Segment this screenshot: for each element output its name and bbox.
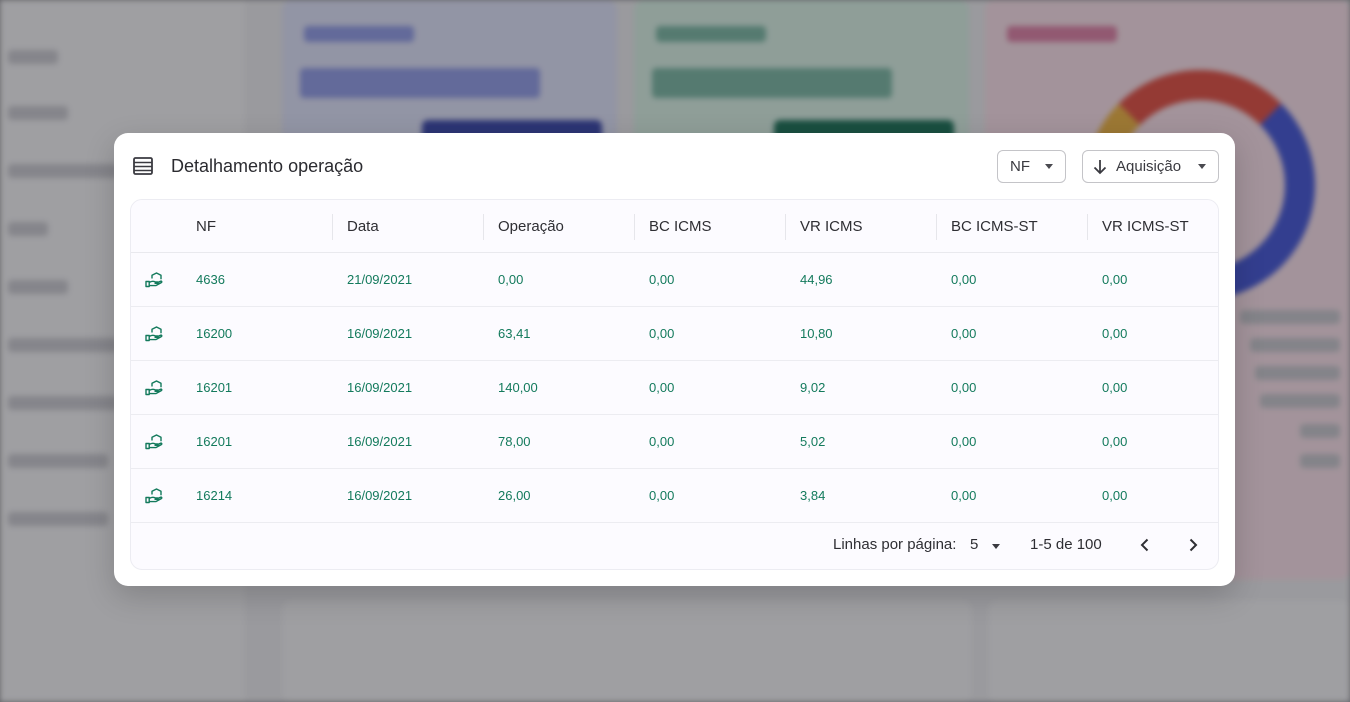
cell-vr-icms-st: 0,00 (1102, 272, 1128, 287)
table-row[interactable]: 16201 16/09/2021 140,00 0,00 9,02 0,00 0… (131, 361, 1218, 415)
cell-operacao: 63,41 (498, 326, 531, 341)
caret-down-icon[interactable] (992, 544, 1000, 549)
cell-data: 16/09/2021 (347, 326, 413, 341)
cell-vr-icms: 10,80 (800, 326, 833, 341)
cell-operacao: 26,00 (498, 488, 531, 503)
operation-sort-select-value: Aquisição (1116, 158, 1182, 175)
cell-data: 21/09/2021 (347, 272, 413, 287)
table-pagination: Linhas por página: 5 1-5 de 100 (131, 520, 1218, 569)
rows-per-page-label: Linhas por página: (833, 536, 957, 553)
arrow-down-icon (1093, 159, 1107, 174)
cell-nf: 16201 (196, 380, 233, 395)
table-row[interactable]: 16201 16/09/2021 78,00 0,00 5,02 0,00 0,… (131, 415, 1218, 469)
cell-data: 16/09/2021 (347, 380, 413, 395)
cell-bc-icms: 0,00 (649, 326, 675, 341)
cell-nf: 16214 (196, 488, 233, 503)
hand-money-icon[interactable] (145, 272, 163, 288)
chevron-left-icon (1140, 538, 1149, 552)
caret-down-icon (1045, 164, 1053, 169)
cell-bc-icms: 0,00 (649, 488, 675, 503)
cell-operacao: 0,00 (498, 272, 524, 287)
cell-bc-icms: 0,00 (649, 380, 675, 395)
list-icon (133, 157, 153, 175)
cell-vr-icms-st: 0,00 (1102, 326, 1128, 341)
hand-money-icon[interactable] (145, 488, 163, 504)
operation-sort-select[interactable]: Aquisição (1082, 150, 1219, 183)
cell-vr-icms-st: 0,00 (1102, 488, 1128, 503)
cell-vr-icms-st: 0,00 (1102, 434, 1128, 449)
document-type-select-value: NF (1010, 158, 1030, 175)
hand-money-icon[interactable] (145, 326, 163, 342)
cell-bc-icms-st: 0,00 (951, 488, 977, 503)
column-header-operacao[interactable]: Operação (483, 200, 564, 253)
pagination-range: 1-5 de 100 (1030, 536, 1102, 553)
modal-header: Detalhamento operação NF Aquisição (114, 133, 1235, 199)
cell-data: 16/09/2021 (347, 434, 413, 449)
rows-per-page-select[interactable]: 5 (970, 536, 978, 553)
cell-vr-icms: 9,02 (800, 380, 826, 395)
table-header: NF Data Operação BC ICMS VR ICMS BC ICMS… (131, 200, 1218, 253)
chevron-right-icon (1189, 538, 1198, 552)
cell-operacao: 140,00 (498, 380, 538, 395)
cell-bc-icms: 0,00 (649, 434, 675, 449)
cell-nf: 16201 (196, 434, 233, 449)
column-header-vr-icms[interactable]: VR ICMS (785, 200, 863, 253)
cell-operacao: 78,00 (498, 434, 531, 449)
cell-data: 16/09/2021 (347, 488, 413, 503)
column-header-bc-icms-st[interactable]: BC ICMS-ST (936, 200, 1038, 253)
column-header-bc-icms[interactable]: BC ICMS (634, 200, 712, 253)
cell-bc-icms-st: 0,00 (951, 326, 977, 341)
column-header-vr-icms-st[interactable]: VR ICMS-ST (1087, 200, 1189, 253)
cell-vr-icms: 5,02 (800, 434, 826, 449)
cell-vr-icms: 3,84 (800, 488, 826, 503)
table-row[interactable]: 16214 16/09/2021 26,00 0,00 3,84 0,00 0,… (131, 469, 1218, 523)
cell-vr-icms-st: 0,00 (1102, 380, 1128, 395)
cell-bc-icms: 0,00 (649, 272, 675, 287)
cell-bc-icms-st: 0,00 (951, 380, 977, 395)
cell-bc-icms-st: 0,00 (951, 434, 977, 449)
next-page-button[interactable] (1179, 531, 1207, 559)
document-type-select[interactable]: NF (997, 150, 1066, 183)
cell-nf: 4636 (196, 272, 225, 287)
operations-table: NF Data Operação BC ICMS VR ICMS BC ICMS… (130, 199, 1219, 570)
cell-vr-icms: 44,96 (800, 272, 833, 287)
operation-detail-modal: Detalhamento operação NF Aquisição NF Da… (114, 133, 1235, 586)
hand-money-icon[interactable] (145, 380, 163, 396)
table-row[interactable]: 4636 21/09/2021 0,00 0,00 44,96 0,00 0,0… (131, 253, 1218, 307)
table-row[interactable]: 16200 16/09/2021 63,41 0,00 10,80 0,00 0… (131, 307, 1218, 361)
previous-page-button[interactable] (1131, 531, 1159, 559)
cell-bc-icms-st: 0,00 (951, 272, 977, 287)
column-header-data[interactable]: Data (332, 200, 379, 253)
modal-title: Detalhamento operação (171, 156, 364, 176)
cell-nf: 16200 (196, 326, 233, 341)
column-header-nf[interactable]: NF (181, 200, 216, 253)
hand-money-icon[interactable] (145, 434, 163, 450)
caret-down-icon (1198, 164, 1206, 169)
